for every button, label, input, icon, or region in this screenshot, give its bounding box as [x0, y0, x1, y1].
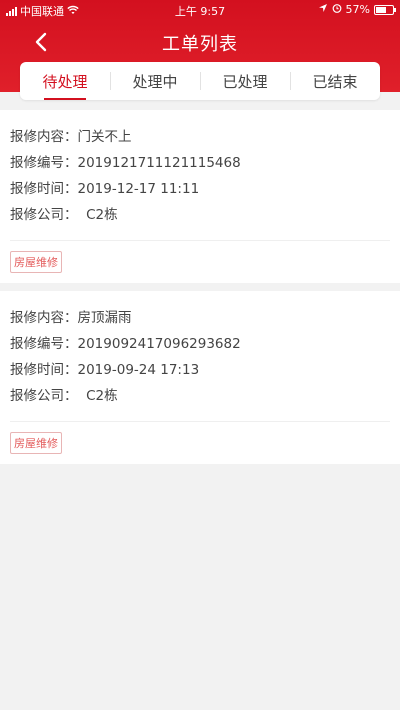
order-number-row: 报修编号：2019121711121115468 — [10, 150, 390, 176]
order-time-row: 报修时间：2019-09-24 17:13 — [10, 357, 390, 383]
order-card[interactable]: 报修内容：房顶漏雨 报修编号：2019092417096293682 报修时间：… — [0, 291, 400, 464]
category-tag[interactable]: 房屋维修 — [10, 251, 62, 273]
order-content-row: 报修内容：房顶漏雨 — [10, 305, 390, 331]
order-number: 2019092417096293682 — [77, 336, 241, 352]
tab-label: 处理中 — [132, 72, 178, 91]
order-list: 报修内容：门关不上 报修编号：2019121711121115468 报修时间：… — [0, 110, 400, 472]
company-label: 报修公司： — [10, 388, 78, 404]
tab-closed[interactable]: 已结束 — [290, 62, 380, 100]
order-time: 2019-09-24 17:13 — [77, 362, 200, 378]
divider — [10, 421, 390, 422]
order-company: C2栋 — [86, 207, 118, 223]
content-label: 报修内容： — [10, 129, 78, 145]
battery-icon — [374, 4, 396, 15]
page-title: 工单列表 — [162, 34, 238, 55]
order-content: 房顶漏雨 — [77, 310, 132, 326]
order-company-row: 报修公司： C2栋 — [10, 202, 390, 228]
content-label: 报修内容： — [10, 310, 78, 326]
status-bar: 中国联通 上午 9:57 57% — [0, 0, 400, 20]
divider — [10, 240, 390, 241]
tab-label: 已结束 — [312, 72, 358, 91]
time-label: 报修时间： — [10, 181, 78, 197]
alarm-icon — [332, 3, 342, 16]
order-card[interactable]: 报修内容：门关不上 报修编号：2019121711121115468 报修时间：… — [0, 110, 400, 283]
status-tabs: 待处理 处理中 已处理 已结束 — [20, 62, 380, 100]
battery-percent: 57% — [345, 3, 370, 16]
order-time: 2019-12-17 11:11 — [77, 181, 200, 197]
location-icon — [318, 3, 328, 16]
tab-label: 已处理 — [222, 72, 268, 91]
order-number: 2019121711121115468 — [77, 155, 241, 171]
tab-in-progress[interactable]: 处理中 — [110, 62, 200, 100]
time-label: 报修时间： — [10, 362, 78, 378]
order-number-row: 报修编号：2019092417096293682 — [10, 331, 390, 357]
number-label: 报修编号： — [10, 155, 78, 171]
order-content-row: 报修内容：门关不上 — [10, 124, 390, 150]
number-label: 报修编号： — [10, 336, 78, 352]
order-time-row: 报修时间：2019-12-17 11:11 — [10, 176, 390, 202]
order-company-row: 报修公司： C2栋 — [10, 383, 390, 409]
company-label: 报修公司： — [10, 207, 78, 223]
order-company: C2栋 — [86, 388, 118, 404]
tab-label: 待处理 — [42, 72, 88, 91]
order-content: 门关不上 — [77, 129, 132, 145]
category-tag[interactable]: 房屋维修 — [10, 432, 62, 454]
tab-processed[interactable]: 已处理 — [200, 62, 290, 100]
tab-pending[interactable]: 待处理 — [20, 62, 110, 100]
